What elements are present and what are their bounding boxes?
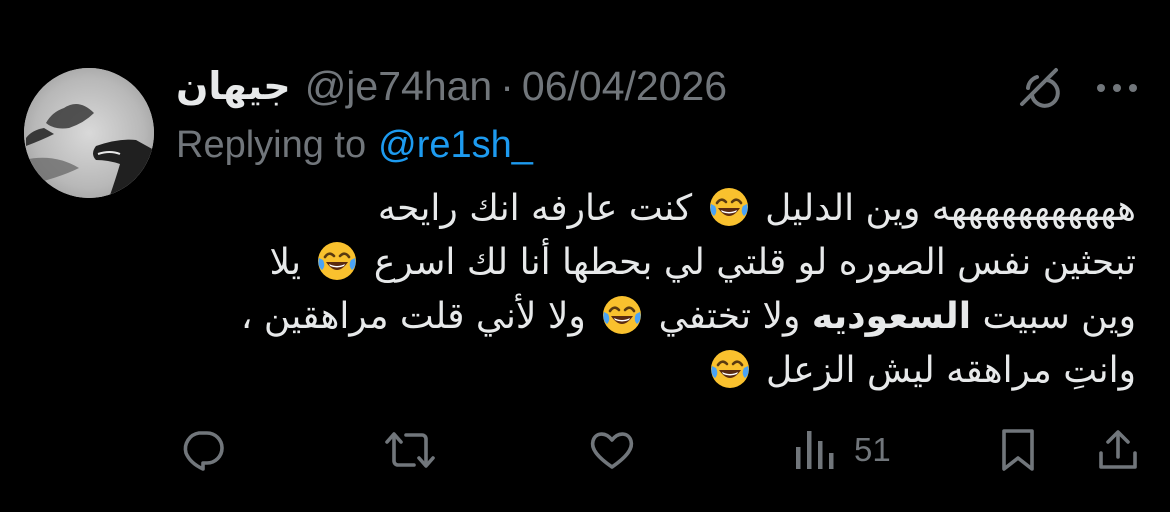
tweet-date[interactable]: 06/04/2026 [522, 63, 727, 110]
tweet[interactable]: جيهان @je74han · 06/04/2026 Replying to … [0, 0, 1170, 512]
avatar-image [24, 68, 154, 198]
face-with-tears-of-joy-icon [708, 186, 750, 228]
tweet-text-segment: كنت عارفه انك رايحه [377, 188, 693, 229]
reply-button[interactable] [180, 420, 226, 480]
reply-mention-link[interactable]: @re1sh_ [378, 124, 533, 167]
tweet-text-segment: يلا [269, 242, 301, 283]
tweet-text-segment: ولا لأني قلت مراهقين ، [240, 296, 586, 337]
tweet-text-line: وانتِ مراهقه ليش الزعل [176, 344, 1136, 398]
replying-to-label: Replying to [176, 123, 367, 166]
bookmark-button[interactable] [998, 420, 1038, 480]
like-icon [590, 432, 634, 469]
tweet-text-segment: وين سبيت [982, 296, 1137, 337]
tweet-header: جيهان @je74han · 06/04/2026 [176, 58, 727, 114]
grok-icon[interactable] [1014, 62, 1064, 112]
share-icon [1099, 430, 1137, 469]
face-with-tears-of-joy-icon [709, 348, 751, 390]
tweet-text-segment: هههههههههههه وين الدليل [765, 188, 1136, 229]
header-separator: · [500, 62, 514, 109]
face-with-tears-of-joy-icon [601, 294, 643, 336]
tweet-text-line: هههههههههههه وين الدليل كنت عارفه انك را… [176, 182, 1136, 236]
like-button[interactable] [588, 420, 636, 480]
tweet-text-segment: وانتِ مراهقه ليش الزعل [765, 350, 1136, 391]
replying-to: Replying to @re1sh_ [176, 120, 533, 170]
reply-icon [183, 431, 224, 471]
views-button[interactable]: 51 [792, 420, 891, 480]
share-button[interactable] [1096, 420, 1140, 480]
views-icon [796, 431, 834, 469]
tweet-text-bold-segment: السعوديه [811, 296, 972, 337]
views-count: 51 [854, 431, 891, 468]
retweet-button[interactable] [384, 420, 436, 480]
tweet-text-line: وين سبيت السعوديه ولا تختفي ولا لأني قلت… [176, 290, 1136, 344]
tweet-text-segment: تبحثين نفس الصوره لو قلتي لي بحطها أنا ل… [373, 242, 1136, 283]
bookmark-icon [1002, 429, 1034, 471]
tweet-text-line: تبحثين نفس الصوره لو قلتي لي بحطها أنا ل… [176, 236, 1136, 290]
tweet-text-segment: ولا تختفي [658, 296, 801, 337]
tweet-text: هههههههههههه وين الدليل كنت عارفه انك را… [176, 182, 1136, 398]
user-handle[interactable]: @je74han [305, 63, 493, 110]
display-name[interactable]: جيهان [176, 64, 291, 108]
more-options-icon[interactable] [1092, 76, 1142, 100]
tweet-actions-bar: 51 [0, 420, 1170, 480]
face-with-tears-of-joy-icon [316, 240, 358, 282]
avatar[interactable] [24, 68, 154, 198]
retweet-icon [385, 432, 435, 468]
